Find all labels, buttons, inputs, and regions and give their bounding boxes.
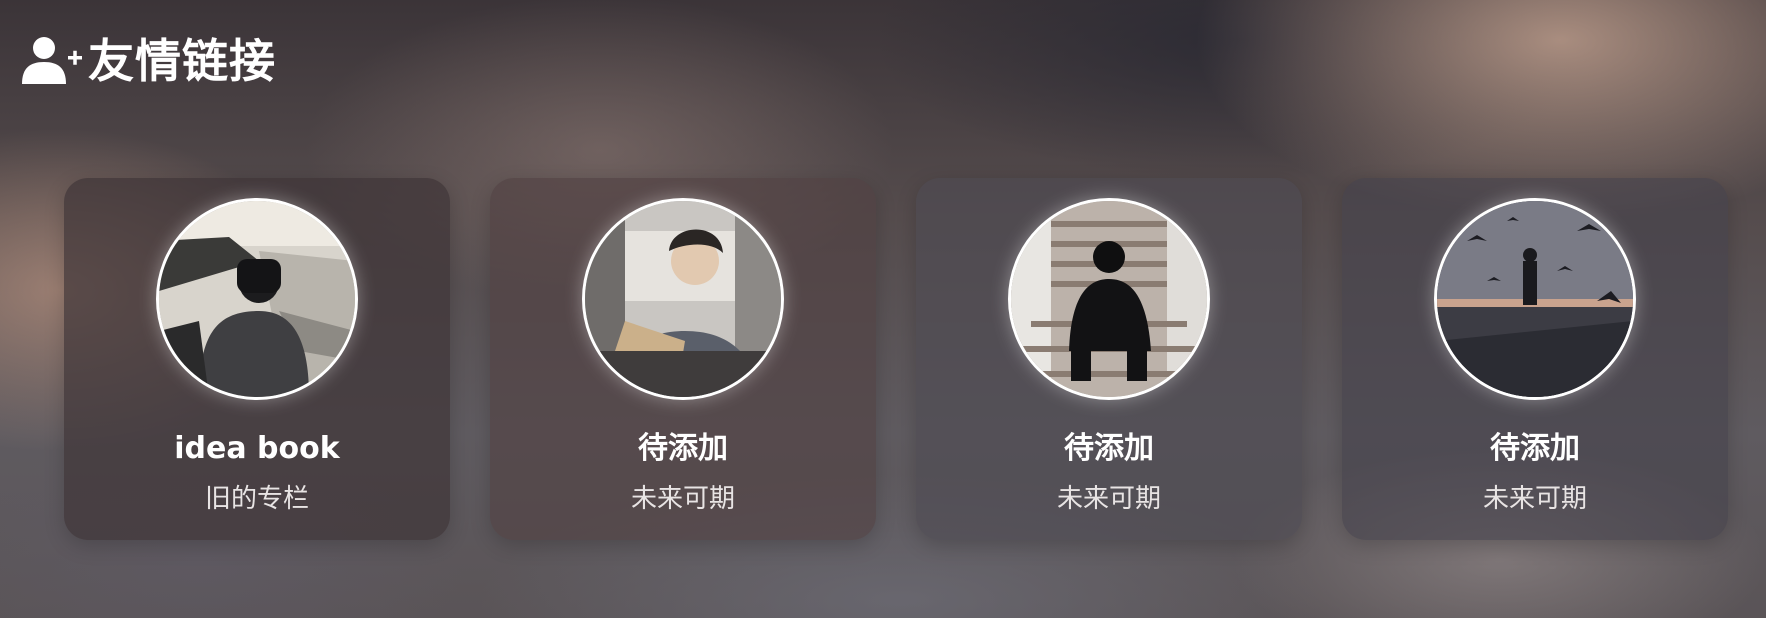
link-description: 未来可期 (630, 484, 735, 514)
friend-link-card[interactable]: idea book 旧的专栏 (64, 178, 450, 540)
link-name[interactable]: 待添加 (916, 430, 1302, 468)
avatar-image (585, 201, 781, 397)
link-name[interactable]: idea book (64, 430, 450, 468)
avatar[interactable] (1008, 198, 1210, 400)
avatar[interactable] (1434, 198, 1636, 400)
link-description: 未来可期 (1056, 484, 1161, 514)
avatar-image (1011, 201, 1207, 397)
section-title: 友情链接 (22, 34, 276, 88)
friend-link-card[interactable]: 待添加 未来可期 (490, 178, 876, 540)
avatar[interactable] (156, 198, 358, 400)
link-description: 旧的专栏 (204, 484, 309, 514)
friend-links-list: idea book 旧的专栏 待添加 未来可期 待添加 未来可期 待添加 未来可… (64, 178, 1728, 540)
avatar-image (159, 201, 355, 397)
user-plus-icon (22, 34, 88, 88)
link-description: 未来可期 (1482, 484, 1587, 514)
friend-link-card[interactable]: 待添加 未来可期 (916, 178, 1302, 540)
avatar[interactable] (582, 198, 784, 400)
link-name[interactable]: 待添加 (490, 430, 876, 468)
friend-link-card[interactable]: 待添加 未来可期 (1342, 178, 1728, 540)
avatar-image (1437, 201, 1633, 397)
page-title: 友情链接 (88, 34, 276, 88)
link-name[interactable]: 待添加 (1342, 430, 1728, 468)
